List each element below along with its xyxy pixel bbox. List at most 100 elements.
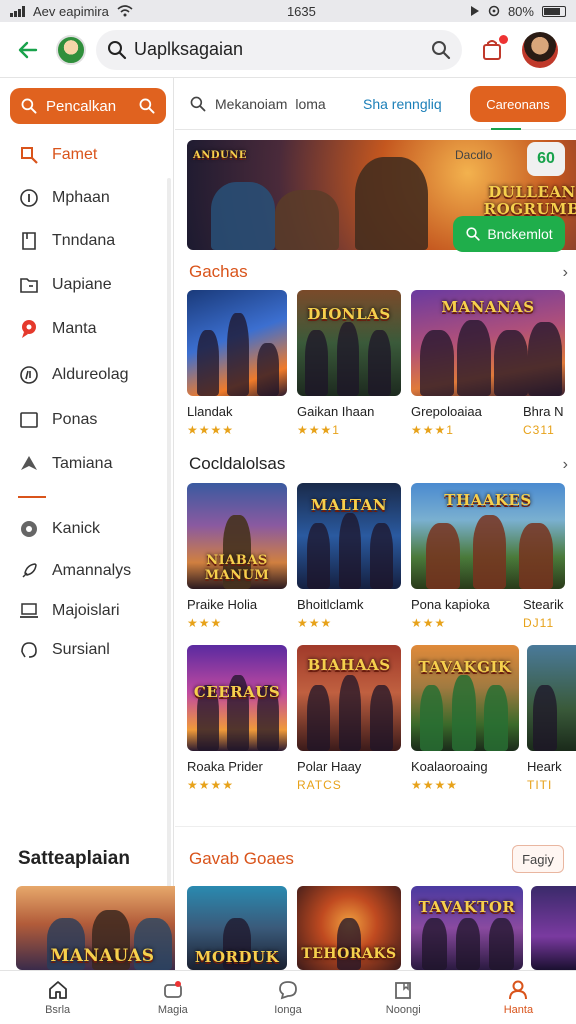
sidebar-item-manta[interactable]: Manta <box>18 316 96 342</box>
nav-item-ionga[interactable]: Ionga <box>230 971 345 1024</box>
nav-item-magia[interactable]: Magia <box>115 971 230 1024</box>
game-card[interactable]: TAVAKGIK Koalaoroaing ★★★★ <box>411 645 519 792</box>
game-card[interactable]: CEERAUS Roaka Prider ★★★★ <box>187 645 287 792</box>
sidebar-item-label: Ponas <box>52 411 98 428</box>
sidebar-item-label: Majoislari <box>52 602 120 619</box>
tab-sha-renngliq[interactable]: Sha renngliq <box>363 96 473 112</box>
sidebar-item-tnndana[interactable]: Tnndana <box>18 228 115 254</box>
search-icon <box>139 98 155 114</box>
bookmark-icon <box>18 230 40 252</box>
sidebar-item-label: Tnndana <box>52 232 116 249</box>
card-name: Bhra N <box>523 404 564 419</box>
home-icon <box>48 981 67 999</box>
sidebar-item-mphaan[interactable]: Mphaan <box>18 185 110 211</box>
careonans-button[interactable]: Careonans <box>470 86 566 122</box>
sidebar-item-majoislari[interactable]: Majoislari <box>18 598 120 624</box>
card-rating: ★★★ <box>297 616 333 630</box>
sidebar-item-famet[interactable]: Famet <box>18 142 97 168</box>
nav-item-home[interactable]: Bsrla <box>0 971 115 1024</box>
card-rating: ★★★★ <box>411 778 459 792</box>
card-title-art: DIONLAS <box>307 304 391 323</box>
fagiy-button[interactable]: Fagiy <box>512 845 564 873</box>
sidebar-item-ponas[interactable]: Ponas <box>18 407 97 433</box>
tab-search-label2: loma <box>295 95 326 112</box>
game-card[interactable] <box>531 886 576 970</box>
section-divider <box>175 826 576 827</box>
section-title-gavab-goaes: Gavab Goaes <box>189 849 294 868</box>
sidebar-search-button[interactable]: Pencalkan <box>10 88 166 124</box>
game-card[interactable]: Bhra N C311 <box>523 396 576 437</box>
chevron-right-icon[interactable]: › <box>563 264 568 282</box>
sidebar-item-label: Uapiane <box>52 276 112 293</box>
nav-label: Hanta <box>503 1004 534 1016</box>
top-bar: Uaplksagaian <box>0 22 576 78</box>
sidebar-item-tamiana[interactable]: Tamiana <box>18 451 112 477</box>
cart-button[interactable] <box>476 33 510 67</box>
card-rating: C311 <box>523 423 555 437</box>
card-name: Gaikan Ihaan <box>297 404 375 419</box>
sidebar-item-label: Kanick <box>52 520 101 537</box>
hero-cta-button[interactable]: Bnckemlot <box>453 216 565 252</box>
search-icon[interactable] <box>430 39 452 61</box>
sidebar-item-amannalys[interactable]: Amannalys <box>18 558 131 584</box>
card-title-art: MANAUAS <box>50 946 155 966</box>
card-title-art: BIAHAAS <box>307 655 391 674</box>
card-thumbnail: CEERAUS <box>187 645 287 751</box>
card-name: Stearik <box>523 597 564 612</box>
card-thumbnail: MALTAN <box>297 483 401 589</box>
search-bar[interactable]: Uaplksagaian <box>96 29 462 70</box>
hero-corner-art: ANDUNE <box>193 150 248 161</box>
game-card[interactable]: NIABAS MANUM Praike Holia ★★★ <box>187 483 287 630</box>
user-avatar[interactable] <box>522 31 558 68</box>
battery-percent: 80% <box>507 3 534 19</box>
sidebar-section-title: Satteaplaian <box>18 848 130 869</box>
battery-icon <box>541 5 566 17</box>
sidebar-item-sursianl[interactable]: Sursianl <box>18 637 110 663</box>
tab-bar: Mekanoiam loma Sha renngliq Careonans <box>175 78 576 130</box>
card-rating: TITI <box>527 778 553 792</box>
search-icon <box>18 144 40 166</box>
sidebar-game-card[interactable]: MANAUAS <box>16 886 189 970</box>
sidebar-item-label: Amannalys <box>52 562 132 579</box>
card-thumbnail <box>531 886 576 970</box>
hero-badge[interactable]: 60 <box>527 142 565 176</box>
card-thumbnail <box>187 290 287 396</box>
sidebar-item-uapiane[interactable]: Uapiane <box>18 272 112 298</box>
chat-icon <box>279 981 297 1000</box>
music-icon <box>18 364 40 386</box>
game-card[interactable]: MORDUK <box>187 886 287 970</box>
game-card[interactable]: Llandak ★★★★ <box>187 290 287 437</box>
card-title-art: CEERAUS <box>193 683 281 702</box>
tab-search[interactable]: Mekanoiam loma <box>189 95 357 113</box>
person-icon <box>509 980 528 1000</box>
game-card[interactable]: TEHORAKS <box>297 886 401 970</box>
card-name: Bhoitlclamk <box>297 597 364 612</box>
game-card[interactable]: MALTAN Bhoitlclamk ★★★ <box>297 483 401 630</box>
status-left: Aev eapimira <box>10 4 133 19</box>
sidebar-divider <box>18 496 46 498</box>
back-button[interactable] <box>10 32 46 68</box>
nav-label: Bsrla <box>45 1004 71 1016</box>
card-rating: ★★★1 <box>297 423 340 437</box>
game-card[interactable]: BIAHAAS Polar Haay RATCS <box>297 645 401 792</box>
nav-item-noongi[interactable]: Noongi <box>346 971 461 1024</box>
sidebar-item-aldureolag[interactable]: Aldureolag <box>18 362 129 388</box>
card-name: Llandak <box>187 404 233 419</box>
bookmark-icon <box>395 982 412 999</box>
game-card[interactable]: TAVAKTOR <box>411 886 523 970</box>
card-title-art: MANANAS <box>441 298 535 317</box>
nav-item-hanta[interactable]: Hanta <box>461 971 576 1024</box>
card-thumbnail: MANANAS <box>411 290 565 396</box>
card-thumbnail <box>527 645 576 751</box>
game-card[interactable]: Stearik DJ11 <box>523 589 576 630</box>
shield-icon <box>18 453 40 475</box>
chevron-right-icon[interactable]: › <box>563 456 568 474</box>
sidebar-scrollbar[interactable] <box>167 178 171 898</box>
card-name: Praike Holia <box>187 597 258 612</box>
game-card[interactable]: DIONLAS Gaikan Ihaan ★★★1 <box>297 290 401 437</box>
sidebar-item-kanick[interactable]: Kanick <box>18 516 100 542</box>
card-title-art: MALTAN <box>310 495 388 514</box>
search-input[interactable]: Uaplksagaian <box>134 39 424 60</box>
sidebar-search-label: Pencalkan <box>46 97 117 115</box>
game-card[interactable]: Heark TITI <box>527 645 576 792</box>
